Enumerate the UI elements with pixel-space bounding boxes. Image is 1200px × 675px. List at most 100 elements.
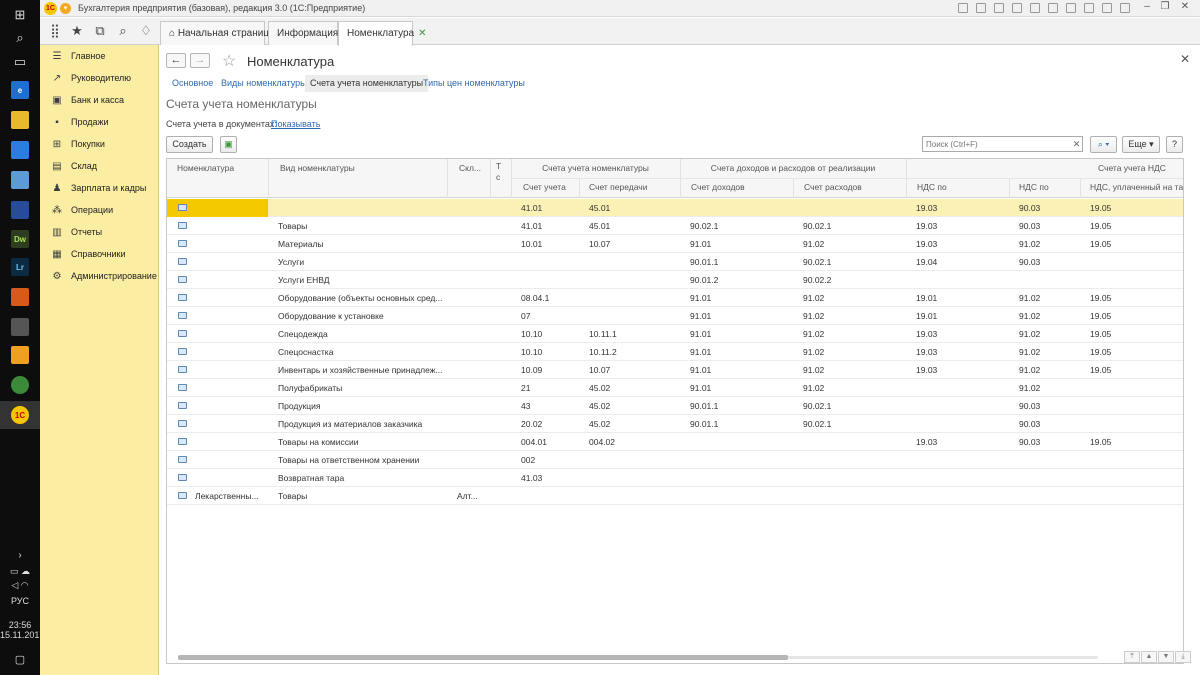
table-row[interactable]: Инвентарь и хозяйственные принадлеж... 10… <box>167 361 1183 379</box>
history-icon[interactable]: ⧉ <box>90 22 110 40</box>
chrome-icon[interactable] <box>11 376 29 394</box>
subtab-price-types[interactable]: Типы цен номенклатуры <box>418 75 530 92</box>
search-icon[interactable]: ⌕ <box>6 27 34 49</box>
tab-nomenclature[interactable]: Номенклатура ✕ <box>338 21 427 46</box>
windows-start-icon[interactable]: ⊞ <box>6 4 34 26</box>
horizontal-scrollbar[interactable] <box>166 653 1114 661</box>
language-indicator[interactable]: РУС <box>0 596 40 606</box>
tab-home[interactable]: ⌂ Начальная страница <box>160 21 275 45</box>
table-row[interactable]: Продукция 43 45.02 90.01.1 90.02.1 90.03 <box>167 397 1183 415</box>
notifications-icon[interactable]: ▢ <box>6 648 34 670</box>
table-row[interactable]: Услуги 90.01.1 90.02.1 19.04 90.03 <box>167 253 1183 271</box>
sidebar-item-administration[interactable]: ⚙ Администрирование <box>40 265 158 287</box>
column-header[interactable]: Счет передачи <box>589 182 679 192</box>
table-row[interactable]: Товары на ответственном хранении 002 <box>167 451 1183 469</box>
sidebar-item-manager[interactable]: ↗ Руководителю <box>40 67 158 89</box>
column-header[interactable]: НДС, уплаченный на там <box>1090 182 1183 192</box>
sidebar-item-salary[interactable]: ♟ Зарплата и кадры <box>40 177 158 199</box>
sidebar-item-operations[interactable]: ⁂ Операции <box>40 199 158 221</box>
titlebar-tool-icon[interactable] <box>976 3 986 13</box>
subtab-accounts[interactable]: Счета учета номенклатуры <box>305 75 429 92</box>
search-button[interactable]: ⌕ ▾ <box>1090 136 1117 153</box>
apps-grid-icon[interactable]: ⣿ <box>45 22 65 40</box>
titlebar-tool-icon[interactable] <box>1102 3 1112 13</box>
column-header[interactable]: Т с <box>496 161 504 183</box>
titlebar-tool-icon[interactable] <box>958 3 968 13</box>
close-form-icon[interactable]: ✕ <box>1180 52 1190 66</box>
minimize-icon[interactable]: – <box>1140 1 1154 12</box>
excel-export-icon[interactable]: ▣ <box>220 136 237 153</box>
dreamweaver-icon[interactable]: Dw <box>11 230 29 248</box>
table-row[interactable]: Услуги ЕНВД 90.01.2 90.02.2 <box>167 271 1183 289</box>
table-row[interactable]: Продукция из материалов заказчика 20.02 45… <box>167 415 1183 433</box>
clock-time[interactable]: 23:56 <box>0 620 40 630</box>
sidebar-item-directories[interactable]: ▦ Справочники <box>40 243 158 265</box>
sidebar-item-purchases[interactable]: ⊞ Покупки <box>40 133 158 155</box>
column-header[interactable]: Скл... <box>459 163 489 173</box>
table-row[interactable]: Полуфабрикаты 21 45.02 91.01 91.02 91.02 <box>167 379 1183 397</box>
table-row[interactable]: Возвратная тара 41.03 <box>167 469 1183 487</box>
table-row[interactable]: Оборудование к установке 07 91.01 91.02 19.0… <box>167 307 1183 325</box>
lightroom-icon[interactable]: Lr <box>11 258 29 276</box>
titlebar-tool-icon[interactable] <box>994 3 1004 13</box>
close-tab-icon[interactable]: ✕ <box>418 28 426 39</box>
titlebar-tool-icon[interactable] <box>1012 3 1022 13</box>
notifications-bell-icon[interactable]: ♢ <box>136 22 156 40</box>
subtab-nomenclature-types[interactable]: Виды номенклатуры <box>216 75 312 92</box>
favorites-star-icon[interactable]: ★ <box>67 22 87 40</box>
column-header[interactable]: Счет учета <box>523 182 578 192</box>
tab-information[interactable]: Информация <box>268 21 338 45</box>
subtab-main[interactable]: Основное <box>167 75 218 92</box>
titlebar-tool-icon[interactable] <box>1048 3 1058 13</box>
sidebar-item-sales[interactable]: ▪ Продажи <box>40 111 158 133</box>
scroll-bottom-icon[interactable]: ⤓ <box>1175 651 1191 663</box>
create-button[interactable]: Создать <box>166 136 213 153</box>
table-row[interactable]: Спецоснастка 10.10 10.11.2 91.01 91.02 19.03 9… <box>167 343 1183 361</box>
search-input[interactable] <box>922 136 1083 152</box>
back-button[interactable]: ← <box>166 53 186 68</box>
close-window-icon[interactable]: ✕ <box>1178 1 1192 12</box>
column-header[interactable]: НДС по <box>1019 182 1079 192</box>
table-row[interactable]: 41.01 45.01 19.03 90.03 19.05 <box>167 199 1183 217</box>
column-header[interactable]: Номенклатура <box>177 163 267 173</box>
table-row[interactable]: Лекарственны... Товары Алт... <box>167 487 1183 505</box>
help-button[interactable]: ? <box>1166 136 1183 153</box>
scroll-up-icon[interactable]: ▲ <box>1141 651 1157 663</box>
favorite-star-icon[interactable]: ☆ <box>222 51 236 71</box>
column-header[interactable]: Счет расходов <box>804 182 904 192</box>
tray-volume-icon[interactable]: ◁ ◠ <box>6 574 34 596</box>
edge-icon[interactable]: e <box>11 81 29 99</box>
more-button[interactable]: Еще ▾ <box>1122 136 1160 153</box>
mail-app-icon[interactable] <box>11 346 29 364</box>
titlebar-tool-icon[interactable] <box>1066 3 1076 13</box>
clear-search-icon[interactable]: ✕ <box>1070 136 1083 152</box>
store-icon[interactable] <box>11 141 29 159</box>
explorer-icon[interactable] <box>11 111 29 129</box>
task-view-icon[interactable]: ▭ <box>6 51 34 73</box>
sidebar-item-reports[interactable]: ▥ Отчеты <box>40 221 158 243</box>
table-row[interactable]: Товары 41.01 45.01 90.02.1 90.02.1 19.03 90.03… <box>167 217 1183 235</box>
settings-app-icon[interactable] <box>11 171 29 189</box>
column-header[interactable]: НДС по <box>917 182 1007 192</box>
table-row[interactable]: Оборудование (объекты основных сред... 08… <box>167 289 1183 307</box>
sidebar-item-bank[interactable]: ▣ Банк и касса <box>40 89 158 111</box>
calculator-icon[interactable] <box>11 318 29 336</box>
calendar-app-icon[interactable] <box>11 201 29 219</box>
column-header[interactable]: Вид номенклатуры <box>280 163 445 173</box>
titlebar-tool-icon[interactable] <box>1120 3 1130 13</box>
clock-date[interactable]: 15.11.2017 <box>0 630 44 640</box>
forward-button[interactable]: → <box>190 53 210 68</box>
scroll-thumb[interactable] <box>178 655 788 660</box>
sidebar-item-main[interactable]: ☰ Главное <box>40 45 158 67</box>
main-menu-icon[interactable]: ▾ <box>60 3 71 14</box>
search-icon[interactable]: ⌕ <box>113 22 133 40</box>
sidebar-item-warehouse[interactable]: ▤ Склад <box>40 155 158 177</box>
scroll-top-icon[interactable]: ⤒ <box>1124 651 1140 663</box>
scroll-down-icon[interactable]: ▼ <box>1158 651 1174 663</box>
titlebar-tool-icon[interactable] <box>1084 3 1094 13</box>
table-row[interactable]: Товары на комиссии 004.01 004.02 19.03 90.03… <box>167 433 1183 451</box>
1c-app-icon[interactable]: 1С <box>11 406 29 424</box>
column-header[interactable]: Счет доходов <box>691 182 791 192</box>
office-app-icon[interactable] <box>11 288 29 306</box>
table-row[interactable]: Спецодежда 10.10 10.11.1 91.01 91.02 19.03 91.… <box>167 325 1183 343</box>
